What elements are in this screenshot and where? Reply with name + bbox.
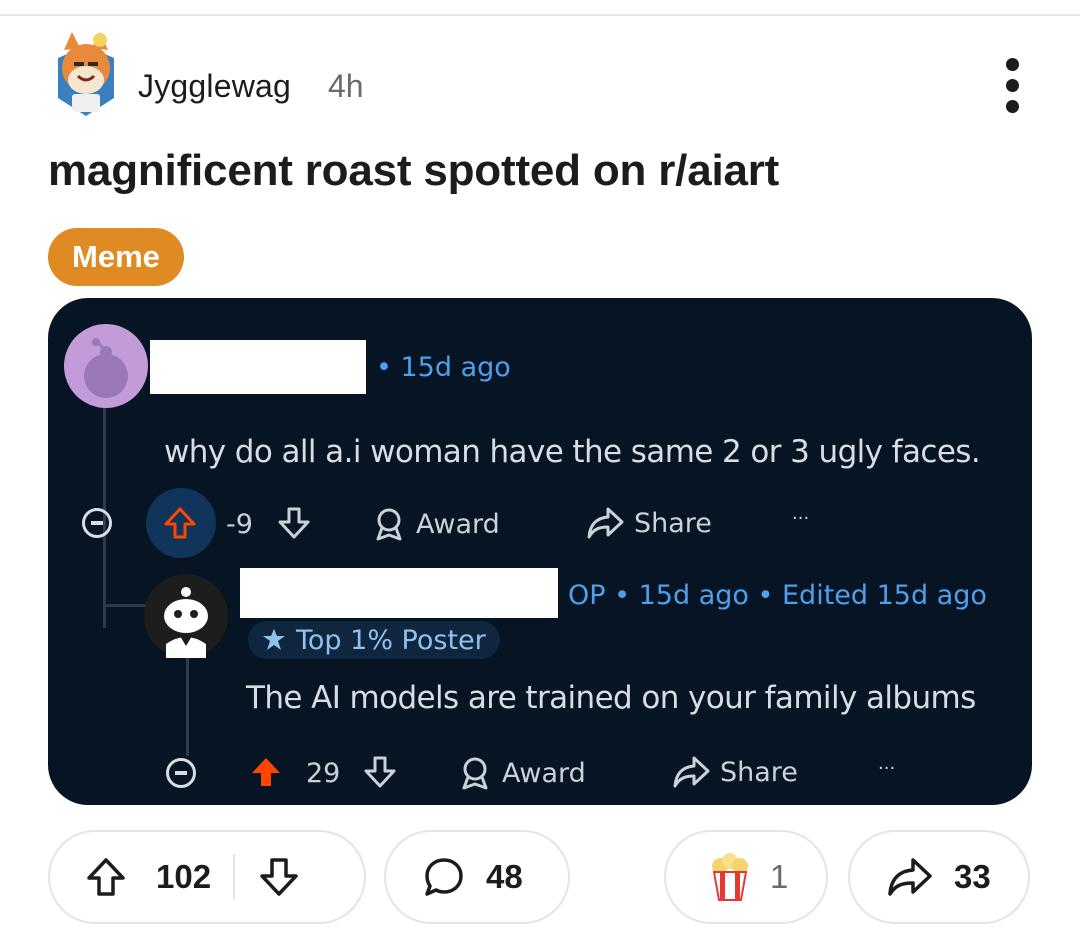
post-title[interactable]: magnificent roast spotted on r/aiart (48, 146, 779, 196)
comment-body: why do all a.i woman have the same 2 or … (164, 434, 981, 470)
more-dots[interactable]: ··· (878, 758, 895, 779)
share-icon (888, 858, 932, 896)
award-icon (376, 508, 402, 541)
award-pill[interactable]: 1 (664, 830, 828, 924)
share-icon (673, 756, 710, 788)
share-label: Share (634, 507, 712, 539)
comment-vote-row (162, 505, 198, 541)
share-label: Share (720, 756, 798, 788)
upvote-icon[interactable] (84, 855, 128, 899)
share-pill[interactable]: 33 (848, 830, 1030, 924)
collapse-icon[interactable] (82, 508, 112, 538)
vote-separator (233, 854, 236, 900)
post-header: Jygglewag 4h (48, 28, 1038, 118)
downvote-icon[interactable] (257, 855, 301, 899)
comment-score: -9 (226, 509, 253, 540)
award-button[interactable]: Award (370, 505, 500, 543)
vote-pill: 102 (48, 830, 366, 924)
snoo-avatar-icon[interactable] (144, 574, 228, 658)
user-badge: Top 1% Poster (248, 621, 500, 659)
award-label: Award (502, 757, 586, 789)
post-author[interactable]: Jygglewag (138, 68, 291, 105)
redacted-username (150, 340, 366, 394)
award-count: 1 (770, 858, 789, 895)
comment-icon (425, 858, 463, 896)
award-icon (462, 757, 488, 790)
badge-label: Top 1% Poster (296, 624, 486, 656)
collapse-icon[interactable] (166, 758, 196, 788)
downvote-icon[interactable] (362, 754, 398, 790)
award-button[interactable]: Award (456, 754, 586, 792)
redacted-username (240, 568, 558, 618)
share-button[interactable]: Share (586, 505, 712, 541)
upvote-icon[interactable] (248, 754, 284, 790)
share-button[interactable]: Share (672, 754, 798, 790)
upvote-count: 102 (156, 858, 212, 895)
upvote-icon[interactable] (162, 505, 198, 541)
comment-score: 29 (306, 758, 341, 789)
post-age: 4h (328, 68, 364, 104)
embedded-screenshot[interactable]: • 15d ago why do all a.i woman have the … (48, 298, 1032, 805)
downvote-icon[interactable] (276, 505, 312, 541)
comment-body: The AI models are trained on your family… (246, 680, 976, 716)
more-options-button[interactable] (1000, 58, 1024, 113)
more-vertical-icon (1005, 58, 1019, 71)
commenter-avatar-icon[interactable] (64, 324, 148, 408)
share-count: 33 (954, 858, 991, 895)
top-divider (0, 14, 1080, 16)
more-dots[interactable]: ··· (792, 508, 809, 529)
thread-line-2 (186, 656, 189, 756)
award-label: Award (416, 508, 500, 540)
share-icon (587, 507, 624, 539)
comment-meta: OP • 15d ago • Edited 15d ago (568, 580, 987, 611)
comment-count: 48 (486, 858, 523, 895)
popcorn-award-icon (712, 853, 748, 901)
comment-meta: • 15d ago (376, 352, 511, 383)
comments-button[interactable]: 48 (384, 830, 570, 924)
badge-icon (263, 629, 285, 650)
flair-badge[interactable]: Meme (48, 228, 184, 286)
user-avatar-icon[interactable] (48, 28, 124, 118)
